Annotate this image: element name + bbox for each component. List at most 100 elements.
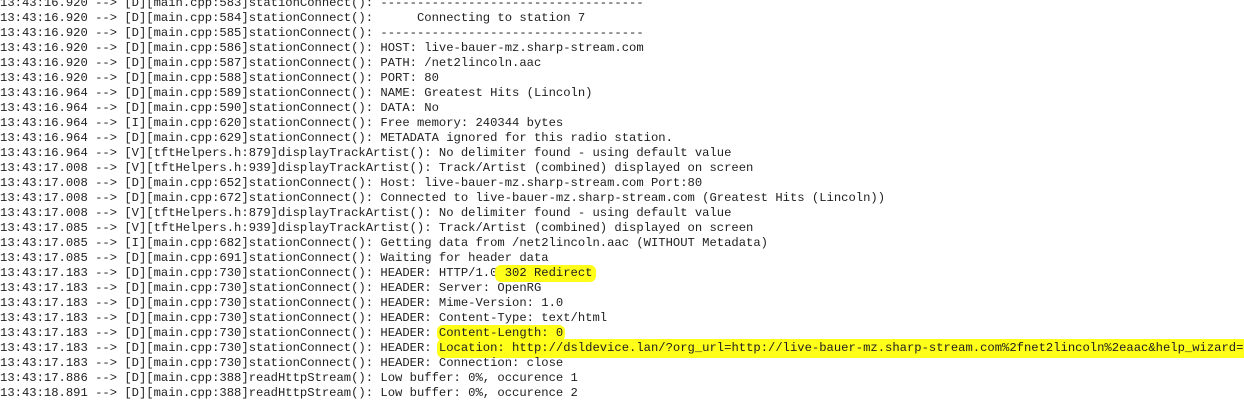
arrow-separator: --> [87,41,125,55]
log-level: [D] [124,71,147,85]
serial-log-output[interactable]: 13:43:16.920 --> [D][main.cpp:583]statio… [0,0,1244,401]
log-line: 13:43:17.886 --> [D][main.cpp:388]readHt… [0,371,1244,386]
log-timestamp: 13:43:16.964 [0,86,88,100]
log-message: ------------------------------------ [380,26,644,40]
log-timestamp: 13:43:17.886 [0,371,88,385]
log-timestamp: 13:43:16.920 [0,56,88,70]
arrow-separator: --> [87,86,125,100]
log-message: Track/Artist (combined) displayed on scr… [438,221,754,235]
log-message: DATA: No [380,101,439,115]
log-level: [V] [124,206,147,220]
log-message: ------------------------------------ [380,0,644,10]
arrow-separator: --> [87,371,125,385]
log-line: 13:43:18.891 --> [D][main.cpp:388]readHt… [0,386,1244,401]
log-line: 13:43:16.964 --> [I][main.cpp:620]statio… [0,116,1244,131]
log-function: displayTrackArtist(): [277,221,432,235]
log-timestamp: 13:43:17.183 [0,296,88,310]
log-source: [main.cpp:730] [146,266,249,280]
log-message: No delimiter found - using default value [438,206,732,220]
arrow-separator: --> [87,26,125,40]
log-timestamp: 13:43:17.085 [0,221,88,235]
log-level: [D] [124,0,147,10]
log-line: 13:43:17.008 --> [D][main.cpp:672]statio… [0,191,1244,206]
log-message: HEADER: Mime-Version: 1.0 [380,296,564,310]
log-timestamp: 13:43:17.008 [0,176,88,190]
log-function: displayTrackArtist(): [277,206,432,220]
log-level: [D] [124,251,147,265]
log-level: [D] [124,311,147,325]
log-source: [tftHelpers.h:879] [146,146,278,160]
log-source: [main.cpp:620] [146,116,249,130]
log-function: stationConnect(): [248,311,374,325]
log-line: 13:43:17.183 --> [D][main.cpp:730]statio… [0,356,1244,371]
log-level: [D] [124,386,147,400]
log-message: No delimiter found - using default value [438,146,732,160]
log-timestamp: 13:43:16.964 [0,146,88,160]
log-level: [D] [124,341,147,355]
log-source: [main.cpp:589] [146,86,249,100]
log-message: PATH: /net2lincoln.aac [380,56,542,70]
log-line: 13:43:17.183 --> [D][main.cpp:730]statio… [0,296,1244,311]
log-timestamp: 13:43:16.920 [0,26,88,40]
arrow-separator: --> [87,116,125,130]
log-source: [main.cpp:586] [146,41,249,55]
log-message: Low buffer: 0%, occurence 2 [380,386,578,400]
log-level: [D] [124,131,147,145]
log-message: HEADER: Connection: close [380,356,564,370]
arrow-separator: --> [87,11,125,25]
log-timestamp: 13:43:16.964 [0,116,88,130]
log-level: [D] [124,176,147,190]
log-line: 13:43:16.964 --> [V][tftHelpers.h:879]di… [0,146,1244,161]
log-message: HEADER: HTTP/1.0 [380,266,498,280]
arrow-separator: --> [87,56,125,70]
log-timestamp: 13:43:16.964 [0,101,88,115]
log-function: stationConnect(): [248,326,374,340]
arrow-separator: --> [87,161,125,175]
arrow-separator: --> [87,296,125,310]
log-message: Connected to live-bauer-mz.sharp-stream.… [380,191,886,205]
log-source: [main.cpp:629] [146,131,249,145]
log-timestamp: 13:43:18.891 [0,386,88,400]
log-timestamp: 13:43:16.920 [0,71,88,85]
arrow-separator: --> [87,311,125,325]
log-timestamp: 13:43:17.183 [0,326,88,340]
log-source: [main.cpp:691] [146,251,249,265]
arrow-separator: --> [87,206,125,220]
log-level: [D] [124,371,147,385]
arrow-separator: --> [87,326,125,340]
log-line: 13:43:17.008 --> [V][tftHelpers.h:879]di… [0,206,1244,221]
log-level: [D] [124,26,147,40]
log-level: [D] [124,41,147,55]
log-line: 13:43:17.085 --> [V][tftHelpers.h:939]di… [0,221,1244,236]
log-timestamp: 13:43:17.008 [0,191,88,205]
log-message: HOST: live-bauer-mz.sharp-stream.com [380,41,644,55]
log-message: NAME: Greatest Hits (Lincoln) [380,86,593,100]
arrow-separator: --> [87,146,125,160]
log-level: [V] [124,221,147,235]
log-level: [D] [124,86,147,100]
log-function: readHttpStream(): [248,386,374,400]
log-message: METADATA ignored for this radio station. [380,131,673,145]
log-function: stationConnect(): [248,131,374,145]
arrow-separator: --> [87,281,125,295]
arrow-separator: --> [87,0,125,10]
log-message: Host: live-bauer-mz.sharp-stream.com Por… [380,176,703,190]
log-message: Waiting for header data [380,251,549,265]
log-timestamp: 13:43:17.183 [0,281,88,295]
log-message: Getting data from /net2lincoln.aac (WITH… [380,236,769,250]
log-line: 13:43:16.964 --> [D][main.cpp:590]statio… [0,101,1244,116]
log-timestamp: 13:43:16.920 [0,0,88,10]
log-source: [main.cpp:583] [146,0,249,10]
log-source: [tftHelpers.h:879] [146,206,278,220]
log-function: stationConnect(): [248,251,374,265]
log-source: [main.cpp:652] [146,176,249,190]
log-function: stationConnect(): [248,176,374,190]
log-function: stationConnect(): [248,101,374,115]
log-level: [I] [124,236,147,250]
log-level: [D] [124,356,147,370]
log-source: [main.cpp:585] [146,26,249,40]
arrow-separator: --> [87,176,125,190]
log-message: Low buffer: 0%, occurence 1 [380,371,578,385]
arrow-separator: --> [87,251,125,265]
log-function: displayTrackArtist(): [277,146,432,160]
